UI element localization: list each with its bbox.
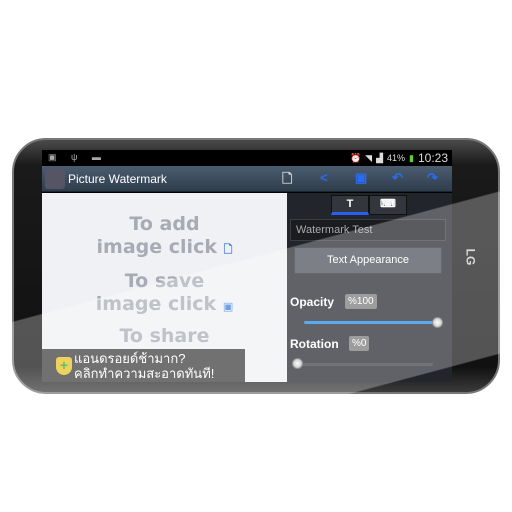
hint-save-2: image click ▣	[42, 293, 287, 318]
ad-line1: แอนดรอยด์ช้ามาก?	[74, 351, 186, 366]
hint-add-2: image click 🗋	[42, 236, 287, 261]
rotation-slider-thumb[interactable]	[292, 358, 303, 369]
brand-logo: LG	[463, 248, 478, 266]
image-icon: ⌨	[380, 198, 396, 210]
rotation-slider[interactable]	[297, 363, 433, 366]
opacity-label: Opacity	[290, 295, 335, 309]
rotation-value: %0	[349, 336, 370, 351]
status-bar: ▣ ψ ▬ ⏰ ◥ ▟ 41% ▮ 10:23	[42, 150, 452, 166]
save-icon[interactable]: ▣	[355, 170, 367, 186]
undo-icon[interactable]: ↶	[392, 170, 403, 186]
tab-text[interactable]: T	[331, 195, 369, 215]
ad-banner[interactable]: + แอนดรอยด์ช้ามาก? คลิกทำความสะอาดทันที!	[42, 349, 245, 382]
wifi-icon: ◥	[365, 152, 373, 163]
hint-add: To add	[129, 213, 200, 235]
tab-image[interactable]: ⌨	[369, 195, 407, 215]
add-image-icon[interactable]: 🗋	[282, 170, 292, 192]
watermark-text-input[interactable]: Watermark Test	[290, 219, 446, 241]
image-canvas[interactable]: To add image click 🗋 To save image click…	[42, 193, 287, 382]
notification-icons: ▣ ψ ▬	[48, 152, 107, 162]
ad-line2: คลิกทำความสะอาดทันที!	[74, 366, 215, 381]
signal-icon: ▟	[376, 152, 383, 163]
battery-icon: ▮	[409, 152, 414, 163]
opacity-slider[interactable]	[304, 321, 434, 324]
app-title: Picture Watermark	[68, 172, 167, 186]
battery-percent: 41%	[387, 153, 406, 163]
hint-text: image click	[96, 236, 217, 258]
app-icon	[45, 169, 65, 189]
hint-text: image click	[95, 293, 217, 315]
hint-save: To save	[124, 270, 205, 292]
clock: 10:23	[417, 151, 448, 165]
text-appearance-button[interactable]: Text Appearance	[294, 247, 442, 274]
settings-panel: T ⌨ Watermark Test Text Appearance Opaci…	[287, 193, 452, 382]
save-icon: ▣	[222, 300, 234, 313]
screen: ▣ ψ ▬ ⏰ ◥ ▟ 41% ▮ 10:23 Picture Watermar…	[42, 150, 452, 382]
redo-icon[interactable]: ↷	[427, 170, 438, 186]
hint-share: To share	[119, 325, 210, 347]
add-image-icon: 🗋	[223, 243, 233, 256]
action-bar: Picture Watermark 🗋 < ▣ ↶ ↷	[42, 166, 452, 192]
alarm-icon: ⏰	[349, 152, 362, 163]
opacity-value: %100	[345, 294, 377, 309]
opacity-slider-thumb[interactable]	[432, 317, 443, 328]
rotation-label: Rotation	[290, 337, 339, 351]
share-icon[interactable]: <	[320, 170, 328, 185]
shield-icon: +	[56, 357, 72, 375]
